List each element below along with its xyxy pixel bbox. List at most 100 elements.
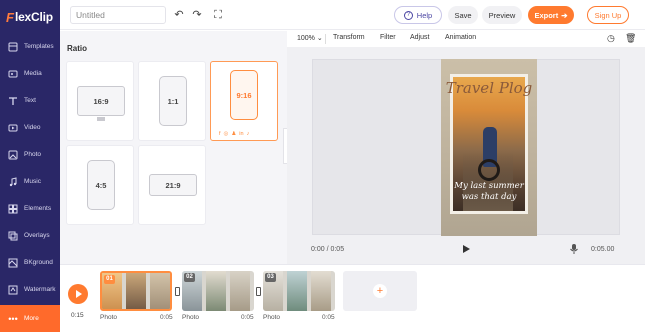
ratio-label: 21:9 <box>165 180 181 190</box>
timeline: 0:15 01 Photo 0:05 02 Photo 0:05 03 Phot… <box>60 264 645 332</box>
transform-button[interactable]: Transform <box>333 34 365 41</box>
logo-text: lexClip <box>14 10 53 24</box>
clip-label: Photo <box>263 314 280 321</box>
timeline-play-button[interactable] <box>68 284 88 304</box>
add-clip-button[interactable]: + <box>343 271 417 311</box>
arrow-right-icon: ➔ <box>561 10 568 20</box>
clip-thumbnail <box>287 271 307 311</box>
help-button[interactable]: ? Help <box>394 6 442 24</box>
sidebar-item-label: Photo <box>24 151 41 158</box>
ratio-option-21-9[interactable]: 21:9 <box>138 145 206 225</box>
sidebar-item-elements[interactable]: Elements <box>0 195 60 222</box>
chevron-down-icon: ⌄ <box>316 35 323 42</box>
ratio-option-9-16[interactable]: 9:16 f ◎ ♟ in ♪ <box>210 61 278 141</box>
clip-duration: 0:05 <box>160 314 173 321</box>
background-icon <box>8 258 18 268</box>
delete-icon[interactable]: 🗑 <box>625 33 636 44</box>
help-icon: ? <box>403 10 413 20</box>
scene-photo[interactable]: Travel Plog My last summer was that day <box>441 59 537 236</box>
sidebar-item-photo[interactable]: Photo <box>0 141 60 168</box>
sidebar-item-label: Media <box>24 70 42 77</box>
elements-icon <box>8 204 18 214</box>
sidebar-item-background[interactable]: BKground <box>0 249 60 276</box>
sidebar-item-overlays[interactable]: Overlays <box>0 222 60 249</box>
project-title-input[interactable]: Untitled <box>70 6 166 24</box>
video-icon <box>8 123 18 133</box>
undo-icon[interactable]: ↶ <box>173 9 185 21</box>
redo-icon[interactable]: ↷ <box>191 9 203 21</box>
history-icon[interactable]: ◷ <box>607 33 615 44</box>
plus-icon: + <box>373 284 387 298</box>
timeline-duration: 0:15 <box>71 312 84 319</box>
clip-number: 03 <box>265 273 276 282</box>
ratio-label: 9:16 <box>236 90 252 100</box>
clip-number: 01 <box>104 275 115 284</box>
signup-button[interactable]: Sign Up <box>587 6 629 24</box>
zoom-select[interactable]: 100% ⌄ <box>297 34 323 42</box>
tiktok-icon: ♪ <box>246 131 250 137</box>
scene-title-text[interactable]: Travel Plog <box>445 79 533 97</box>
preview-button[interactable]: Preview <box>482 6 522 24</box>
social-icons: f ◎ ♟ in ♪ <box>219 131 249 137</box>
ratio-label: 4:5 <box>95 180 107 190</box>
export-button[interactable]: Export ➔ <box>528 6 574 24</box>
linkedin-icon: in <box>239 131 244 137</box>
snapchat-icon: ♟ <box>231 131 237 137</box>
clip-label: Photo <box>182 314 199 321</box>
sidebar-item-watermark[interactable]: Watermark <box>0 276 60 303</box>
instagram-icon: ◎ <box>223 131 229 137</box>
total-time: 0:05.00 <box>591 246 615 253</box>
transition-icon[interactable] <box>175 287 180 296</box>
sidebar-item-more[interactable]: ••• More <box>0 305 60 332</box>
ratio-panel: Ratio 16:9 1:1 9:16 f ◎ ♟ in ♪ 4:5 21:9 <box>60 31 287 264</box>
transition-icon[interactable] <box>256 287 261 296</box>
sidebar-item-text[interactable]: Text <box>0 87 60 114</box>
subtitle-line: was that day <box>461 192 517 202</box>
overlays-icon <box>8 231 18 241</box>
header: Untitled ↶ ↷ ⛶ ? Help Save Preview Expor… <box>60 0 645 30</box>
monitor-stand-icon <box>97 117 105 121</box>
wheel-image <box>478 159 500 181</box>
clip-duration: 0:05 <box>322 314 335 321</box>
panel-title: Ratio <box>67 44 87 53</box>
photo-icon <box>8 150 18 160</box>
play-icon[interactable] <box>461 244 471 254</box>
zoom-value: 100% <box>297 35 315 42</box>
logo[interactable]: F lexClip <box>6 9 60 25</box>
ratio-option-4-5[interactable]: 4:5 <box>66 145 134 225</box>
animation-button[interactable]: Animation <box>445 34 476 41</box>
sidebar-item-templates[interactable]: Templates <box>0 33 60 60</box>
logo-mark: F <box>6 9 14 25</box>
export-label: Export <box>534 10 559 20</box>
timeline-clip-3[interactable]: 03 <box>263 271 335 311</box>
more-icon: ••• <box>8 313 18 324</box>
save-button[interactable]: Save <box>448 6 478 24</box>
sidebar-item-video[interactable]: Video <box>0 114 60 141</box>
divider <box>325 34 326 44</box>
ratio-shape: 4:5 <box>87 160 115 210</box>
fullscreen-icon[interactable]: ⛶ <box>212 9 224 21</box>
scene-subtitle-text[interactable]: My last summer was that day <box>447 181 531 203</box>
ratio-shape: 21:9 <box>149 174 197 196</box>
facebook-icon: f <box>219 131 221 137</box>
sidebar-item-media[interactable]: Media <box>0 60 60 87</box>
timeline-clip-1[interactable]: 01 <box>100 271 172 311</box>
clip-thumbnail <box>126 273 146 309</box>
clip-label: Photo <box>100 314 117 321</box>
filter-button[interactable]: Filter <box>380 34 396 41</box>
microphone-icon[interactable] <box>569 243 579 255</box>
clip-thumbnail <box>230 271 250 311</box>
ratio-option-1-1[interactable]: 1:1 <box>138 61 206 141</box>
current-time: 0:00 / 0:05 <box>311 246 345 253</box>
sidebar-item-music[interactable]: Music <box>0 168 60 195</box>
sidebar-item-label: More <box>24 315 39 322</box>
ratio-option-16-9[interactable]: 16:9 <box>66 61 134 141</box>
ratio-label: 16:9 <box>93 96 109 106</box>
canvas-area: Travel Plog My last summer was that day … <box>287 47 645 264</box>
adjust-button[interactable]: Adjust <box>410 34 429 41</box>
ratio-shape: 9:16 <box>230 70 258 120</box>
timeline-clip-2[interactable]: 02 <box>182 271 254 311</box>
music-icon <box>8 176 18 187</box>
clip-thumbnail <box>150 273 170 309</box>
sidebar-item-label: Text <box>24 97 36 104</box>
